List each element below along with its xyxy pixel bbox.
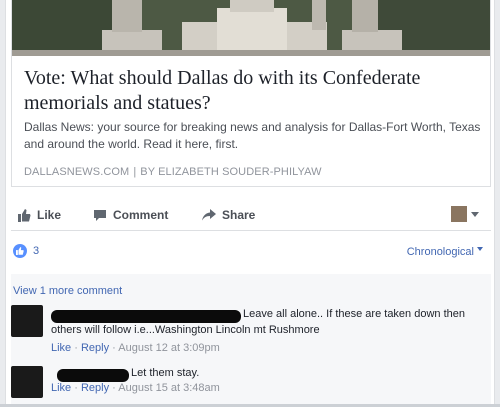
like-label: Like <box>37 208 62 222</box>
share-button[interactable]: Share <box>202 204 255 226</box>
link-preview[interactable]: Vote: What should Dallas do with its Con… <box>11 0 491 187</box>
reactions-summary: 3 Chronological <box>11 240 491 264</box>
comment-reply-link[interactable]: Reply <box>81 382 109 394</box>
comment-label: Comment <box>113 208 169 222</box>
comment-text-line1: Leave all alone.. If these are taken dow… <box>243 308 465 320</box>
share-label: Share <box>222 208 256 222</box>
comment-sort-dropdown[interactable]: Chronological <box>407 246 483 258</box>
comment-text-line1: Let them stay. <box>131 367 200 379</box>
profile-avatar-icon <box>451 206 467 222</box>
sort-label: Chronological <box>406 246 474 258</box>
comment-timestamp[interactable]: August 12 at 3:09pm <box>118 342 220 354</box>
comment-text-line2: others will follow i.e...Washington Linc… <box>51 324 320 336</box>
avatar[interactable] <box>11 366 43 398</box>
facebook-post-card: Vote: What should Dallas do with its Con… <box>5 0 495 407</box>
source-domain: DALLASNEWS.COM <box>24 166 130 178</box>
comment-meta: Like · Reply · August 12 at 3:09pm <box>51 342 220 354</box>
meta-separator: · <box>74 382 78 394</box>
source-separator: | <box>133 166 137 178</box>
article-source-line: DALLASNEWS.COM | BY ELIZABETH SOUDER-PHILY… <box>24 166 484 178</box>
chevron-down-icon <box>477 247 483 251</box>
like-button[interactable]: Like <box>18 204 61 226</box>
post-as-selector[interactable] <box>451 206 479 222</box>
comment-bubble-icon <box>94 209 106 221</box>
comment-timestamp[interactable]: August 15 at 3:48am <box>118 382 220 394</box>
share-arrow-icon <box>202 209 216 221</box>
avatar[interactable] <box>11 305 43 337</box>
article-headline[interactable]: Vote: What should Dallas do with its Con… <box>24 66 479 116</box>
like-reaction-icon[interactable] <box>13 244 27 258</box>
monument-photo <box>12 0 490 56</box>
view-more-comments-link[interactable]: View 1 more comment <box>13 285 122 297</box>
article-image[interactable] <box>12 0 490 56</box>
meta-separator: · <box>112 382 116 394</box>
meta-separator: · <box>74 342 78 354</box>
thumbs-up-icon <box>18 208 31 222</box>
article-description: Dallas News: your source for breaking ne… <box>24 120 481 151</box>
comment-like-link[interactable]: Like <box>51 382 71 394</box>
post-action-bar: Like Comment Share <box>11 199 491 231</box>
comment-button[interactable]: Comment <box>93 204 168 226</box>
meta-separator: · <box>112 342 116 354</box>
comments-section: View 1 more comment Leave all alone.. If… <box>11 274 491 407</box>
byline: BY ELIZABETH SOUDER-PHILYAW <box>140 166 322 178</box>
redacted-commenter-name <box>57 369 129 382</box>
comment-meta: Like · Reply · August 15 at 3:48am <box>51 382 220 394</box>
comment-like-link[interactable]: Like <box>51 342 71 354</box>
comment-reply-link[interactable]: Reply <box>81 342 109 354</box>
reaction-count[interactable]: 3 <box>33 245 39 257</box>
chevron-down-icon <box>471 211 479 217</box>
